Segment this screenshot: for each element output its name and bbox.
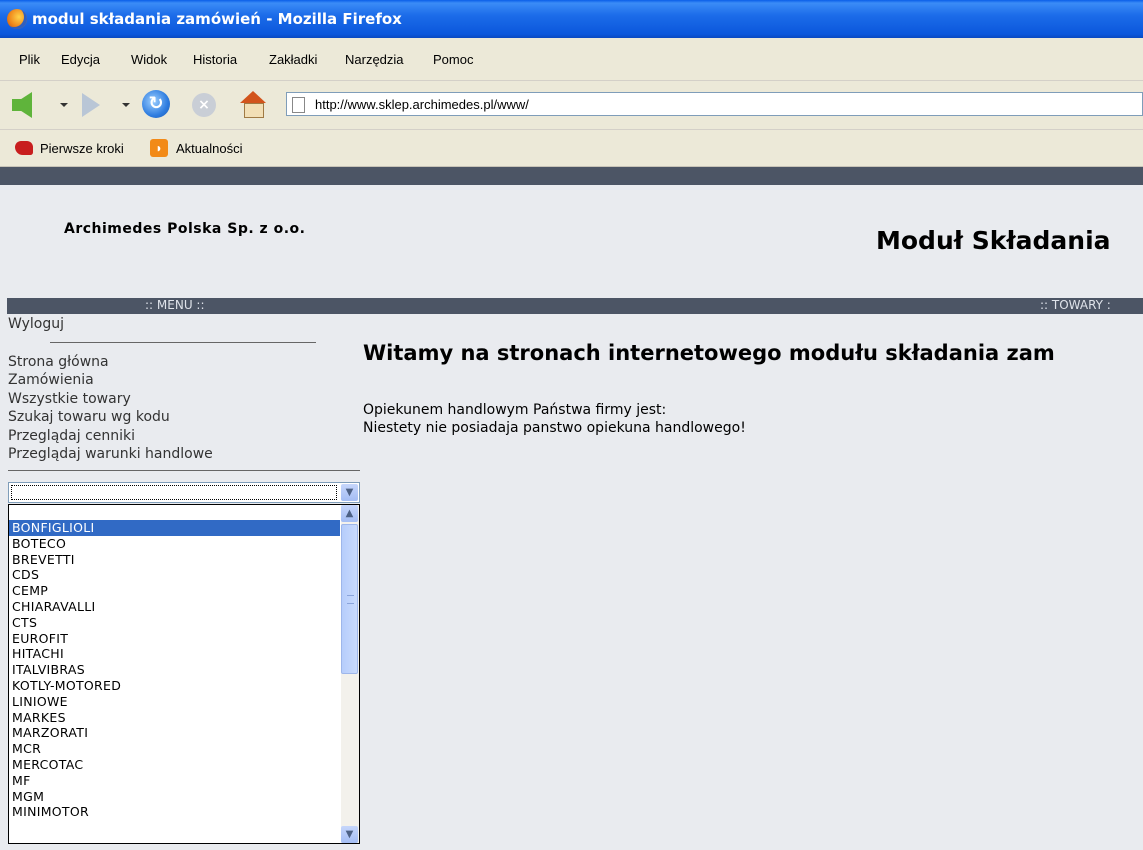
dropdown-option[interactable]: ITALVIBRAS <box>9 662 340 678</box>
sidebar-item-all-products[interactable]: Wszystkie towary <box>8 391 131 407</box>
scroll-up-icon[interactable]: ▲ <box>341 505 358 522</box>
producer-select[interactable]: ▼ <box>8 482 360 503</box>
dropdown-option[interactable]: MCR <box>9 741 340 757</box>
dropdown-option[interactable]: MGM <box>9 789 340 805</box>
menu-pomoc[interactable]: Pomoc <box>433 52 473 67</box>
welcome-heading: Witamy na stronach internetowego modułu … <box>363 341 1055 365</box>
towary-section-label: :: TOWARY : <box>1040 298 1111 312</box>
reload-icon[interactable]: ↻ <box>142 90 170 118</box>
menu-zakladki[interactable]: Zakładki <box>269 52 317 67</box>
dropdown-option[interactable]: CEMP <box>9 583 340 599</box>
dropdown-option[interactable]: BOTECO <box>9 536 340 552</box>
stop-icon[interactable]: × <box>192 93 216 117</box>
dropdown-option[interactable]: MINIMOTOR <box>9 804 340 820</box>
account-manager-label: Opiekunem handlowym Państwa firmy jest: <box>363 402 667 418</box>
menu-plik[interactable]: Plik <box>19 52 40 67</box>
scroll-down-icon[interactable]: ▼ <box>341 826 358 843</box>
dropdown-option[interactable]: CHIARAVALLI <box>9 599 340 615</box>
dropdown-scrollbar[interactable]: ▲ ▼ <box>341 505 359 843</box>
company-name: Archimedes Polska Sp. z o.o. <box>64 221 306 237</box>
dropdown-options: BONFIGLIOLI BOTECO BREVETTI CDS CEMP CHIARAVA… <box>9 520 340 820</box>
back-arrow-icon[interactable] <box>12 92 32 118</box>
forward-history-chevron-icon[interactable] <box>122 103 130 107</box>
dropdown-option[interactable]: MF <box>9 773 340 789</box>
first-steps-icon <box>15 141 33 155</box>
dropdown-option[interactable]: BREVETTI <box>9 552 340 568</box>
dropdown-option[interactable]: MERCOTAC <box>9 757 340 773</box>
menu-bar: Plik Edycja Widok Historia Zakładki Narz… <box>0 38 1143 81</box>
producer-dropdown-list[interactable]: BONFIGLIOLI BOTECO BREVETTI CDS CEMP CHIARAVA… <box>8 504 360 844</box>
back-history-chevron-icon[interactable] <box>60 103 68 107</box>
menu-narzedzia[interactable]: Narzędzia <box>345 52 404 67</box>
home-icon[interactable] <box>240 91 266 118</box>
rss-feed-icon: ◗ <box>150 139 168 157</box>
sidebar-divider-bottom <box>8 470 360 471</box>
page-icon <box>292 97 305 113</box>
window-titlebar: modul składania zamówień - Mozilla Firef… <box>0 0 1143 38</box>
menu-edycja[interactable]: Edycja <box>61 52 100 67</box>
bookmarks-toolbar: Pierwsze kroki ◗ Aktualności <box>0 130 1143 167</box>
dropdown-option[interactable]: MARKES <box>9 710 340 726</box>
dropdown-option[interactable]: BONFIGLIOLI <box>9 520 340 536</box>
dropdown-option[interactable]: MARZORATI <box>9 725 340 741</box>
scroll-thumb[interactable] <box>341 524 358 674</box>
account-manager-status: Niestety nie posiadaja panstwo opiekuna … <box>363 420 746 436</box>
dropdown-option[interactable]: EUROFIT <box>9 631 340 647</box>
bookmark-news[interactable]: Aktualności <box>176 141 242 156</box>
sidebar-item-trade-terms[interactable]: Przeglądaj warunki handlowe <box>8 446 213 462</box>
menu-section-label: :: MENU :: <box>145 298 205 312</box>
menu-widok[interactable]: Widok <box>131 52 167 67</box>
dropdown-option[interactable]: HITACHI <box>9 646 340 662</box>
window-title: modul składania zamówień - Mozilla Firef… <box>32 10 402 28</box>
chevron-down-icon[interactable]: ▼ <box>341 484 358 501</box>
firefox-logo-icon <box>7 9 27 29</box>
address-bar[interactable]: http://www.sklep.archimedes.pl/www/ <box>286 92 1143 116</box>
navigation-toolbar: ↻ × http://www.sklep.archimedes.pl/www/ <box>0 81 1143 130</box>
section-strip: :: MENU :: :: TOWARY : <box>7 298 1143 314</box>
sidebar-item-home[interactable]: Strona główna <box>8 354 109 370</box>
logout-link[interactable]: Wyloguj <box>8 316 64 332</box>
dropdown-option[interactable]: KOTLY-MOTORED <box>9 678 340 694</box>
bookmark-first-steps[interactable]: Pierwsze kroki <box>40 141 124 156</box>
menu-historia[interactable]: Historia <box>193 52 237 67</box>
dropdown-option[interactable]: CDS <box>9 567 340 583</box>
sidebar-item-search-by-code[interactable]: Szukaj towaru wg kodu <box>8 409 170 425</box>
address-url: http://www.sklep.archimedes.pl/www/ <box>315 97 529 112</box>
sidebar-item-orders[interactable]: Zamówienia <box>8 372 94 388</box>
dropdown-option[interactable]: LINIOWE <box>9 694 340 710</box>
header-strip <box>0 167 1143 185</box>
dropdown-option[interactable]: CTS <box>9 615 340 631</box>
select-focus-ring <box>11 485 337 500</box>
module-title: Moduł Składania <box>876 226 1111 255</box>
sidebar-item-price-lists[interactable]: Przeglądaj cenniki <box>8 428 135 444</box>
sidebar-divider <box>50 342 316 343</box>
forward-arrow-icon[interactable] <box>82 93 100 117</box>
